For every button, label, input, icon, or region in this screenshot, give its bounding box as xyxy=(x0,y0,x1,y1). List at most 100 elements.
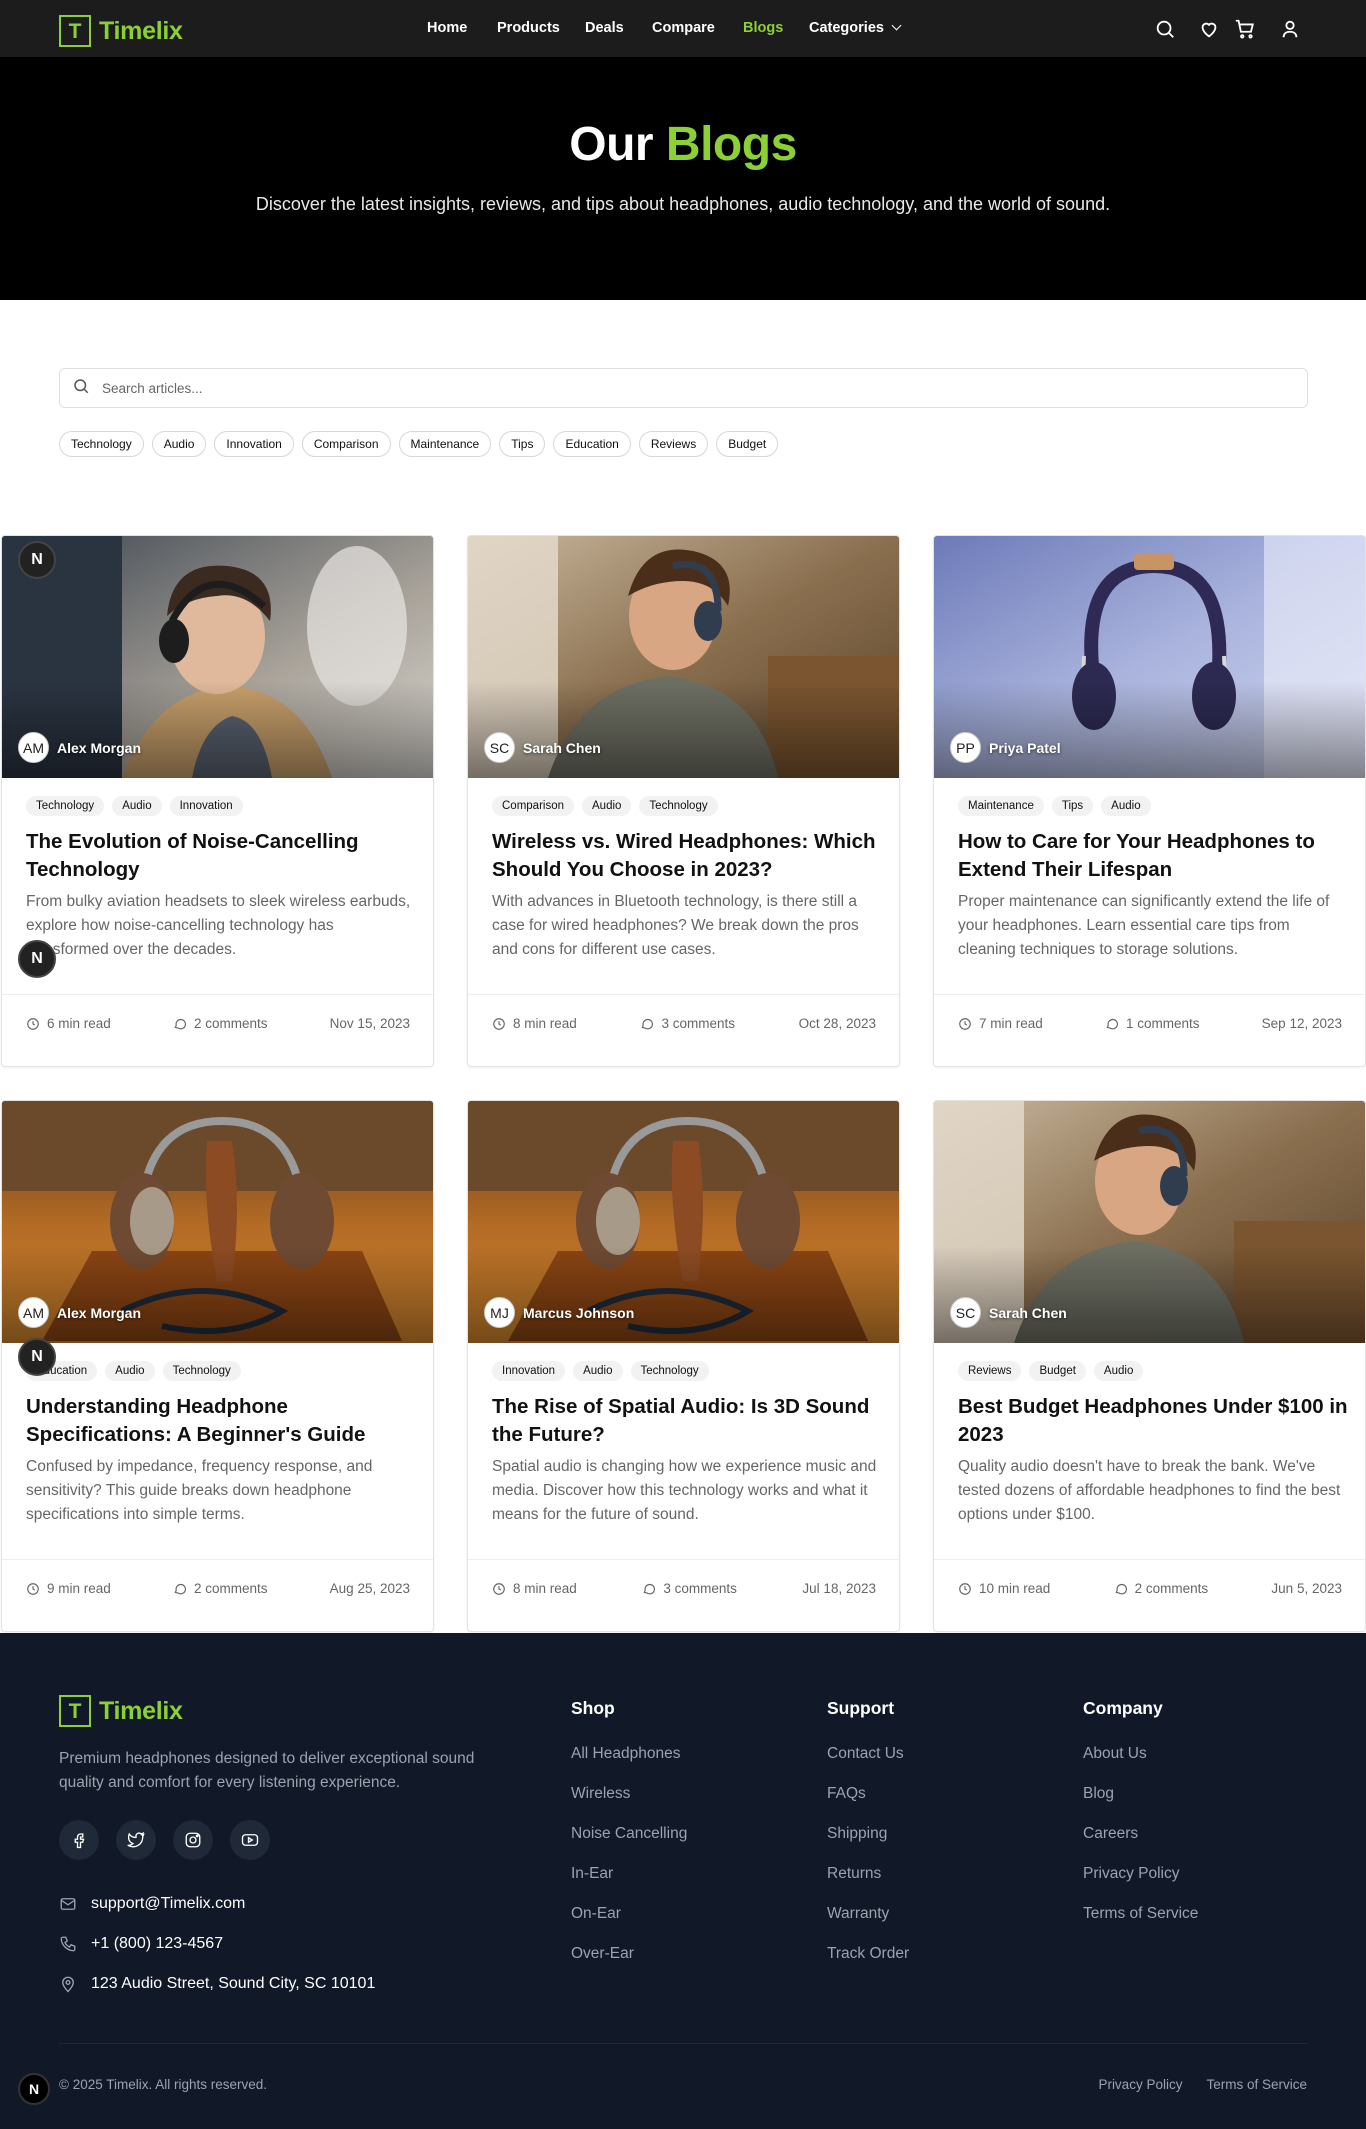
post-tag[interactable]: Audio xyxy=(105,1361,155,1381)
cart-icon[interactable] xyxy=(1234,18,1256,40)
filter-tag[interactable]: Audio xyxy=(151,431,207,457)
filter-tag[interactable]: Tips xyxy=(499,431,546,457)
footer-link[interactable]: On-Ear xyxy=(571,1905,687,1945)
footer-divider xyxy=(59,2043,1308,2044)
nextjs-badge[interactable]: N xyxy=(18,940,56,978)
contact-phone[interactable]: +1 (800) 123-4567 xyxy=(59,1935,223,1953)
instagram-icon[interactable] xyxy=(173,1820,213,1860)
read-time-text: 7 min read xyxy=(979,1016,1043,1031)
privacy-link[interactable]: Privacy Policy xyxy=(1098,2077,1182,2092)
post-tag[interactable]: Audio xyxy=(1101,796,1151,816)
footer-link[interactable]: Privacy Policy xyxy=(1083,1865,1198,1905)
address-text: 123 Audio Street, Sound City, SC 10101 xyxy=(91,1975,376,1992)
filter-tag[interactable]: Education xyxy=(553,431,631,457)
post-tag[interactable]: Technology xyxy=(26,796,105,816)
filter-tag[interactable]: Reviews xyxy=(638,431,709,457)
search-input[interactable] xyxy=(102,380,1252,396)
chevron-down-icon xyxy=(891,20,902,31)
post-tag[interactable]: Technology xyxy=(162,1361,241,1381)
search-bar[interactable] xyxy=(59,368,1308,408)
blog-card[interactable]: AM Alex Morgan Technology Audio Innovati… xyxy=(1,535,434,1067)
post-tag[interactable]: Reviews xyxy=(958,1361,1022,1381)
post-tag[interactable]: Technology xyxy=(630,1361,709,1381)
post-tag[interactable]: Audio xyxy=(112,796,162,816)
post-title[interactable]: The Evolution of Noise-Cancelling Techno… xyxy=(26,828,416,884)
filter-tag[interactable]: Budget xyxy=(716,431,779,457)
footer-link[interactable]: Terms of Service xyxy=(1083,1905,1198,1945)
search-icon[interactable] xyxy=(1154,18,1176,40)
avatar: PP xyxy=(950,732,981,763)
heart-icon[interactable] xyxy=(1198,18,1220,40)
footer-link[interactable]: Careers xyxy=(1083,1825,1198,1865)
post-title[interactable]: How to Care for Your Headphones to Exten… xyxy=(958,828,1348,884)
nav-home[interactable]: Home xyxy=(427,20,467,36)
blog-card[interactable]: PP Priya Patel Maintenance Tips Audio Ho… xyxy=(933,535,1366,1067)
nav-products[interactable]: Products xyxy=(497,20,560,36)
facebook-icon[interactable] xyxy=(59,1820,99,1860)
avatar: MJ xyxy=(484,1297,515,1328)
footer-link[interactable]: About Us xyxy=(1083,1745,1198,1785)
nav-blogs[interactable]: Blogs xyxy=(743,20,783,36)
brand-logo[interactable]: T Timelix xyxy=(59,15,183,47)
blog-card[interactable]: SC Sarah Chen Comparison Audio Technolog… xyxy=(467,535,900,1067)
blog-card[interactable]: MJ Marcus Johnson Innovation Audio Techn… xyxy=(467,1100,900,1632)
post-tag[interactable]: Audio xyxy=(582,796,632,816)
post-tag[interactable]: Tips xyxy=(1051,796,1094,816)
youtube-icon[interactable] xyxy=(230,1820,270,1860)
footer-link[interactable]: Over-Ear xyxy=(571,1945,687,1985)
nextjs-badge[interactable]: N xyxy=(18,2073,50,2105)
footer-link[interactable]: Noise Cancelling xyxy=(571,1825,687,1865)
post-tag[interactable]: Innovation xyxy=(492,1361,566,1381)
post-title[interactable]: Wireless vs. Wired Headphones: Which Sho… xyxy=(492,828,882,884)
post-title[interactable]: Best Budget Headphones Under $100 in 202… xyxy=(958,1393,1348,1449)
clock-icon xyxy=(27,1582,39,1595)
post-meta: 8 min read 3 comments Oct 28, 2023 xyxy=(468,994,899,1031)
nextjs-badge[interactable]: N xyxy=(18,541,56,579)
blog-card[interactable]: AM Alex Morgan Education Audio Technolog… xyxy=(1,1100,434,1632)
filter-tag[interactable]: Maintenance xyxy=(398,431,492,457)
post-title[interactable]: The Rise of Spatial Audio: Is 3D Sound t… xyxy=(492,1393,882,1449)
footer-link[interactable]: FAQs xyxy=(827,1785,909,1825)
twitter-icon[interactable] xyxy=(116,1820,156,1860)
footer-logo[interactable]: T Timelix xyxy=(59,1695,183,1727)
terms-link[interactable]: Terms of Service xyxy=(1206,2077,1307,2092)
comment-count-text: 1 comments xyxy=(1125,1016,1200,1031)
footer-link[interactable]: All Headphones xyxy=(571,1745,687,1785)
filter-tag[interactable]: Innovation xyxy=(214,431,294,457)
post-tag[interactable]: Technology xyxy=(639,796,718,816)
comment-count[interactable]: 2 comments xyxy=(173,1581,268,1596)
read-time: 9 min read xyxy=(26,1581,111,1596)
post-date: Nov 15, 2023 xyxy=(329,1016,410,1031)
post-title[interactable]: Understanding Headphone Specifications: … xyxy=(26,1393,416,1449)
post-tag[interactable]: Innovation xyxy=(169,796,243,816)
footer-link[interactable]: Contact Us xyxy=(827,1745,909,1785)
post-tag[interactable]: Budget xyxy=(1029,1361,1086,1381)
nav-categories[interactable]: Categories xyxy=(809,20,902,36)
user-icon[interactable] xyxy=(1279,18,1301,40)
filter-tag[interactable]: Technology xyxy=(59,431,144,457)
avatar: AM xyxy=(18,1297,49,1328)
footer-link[interactable]: Returns xyxy=(827,1865,909,1905)
nextjs-badge[interactable]: N xyxy=(18,1338,56,1376)
footer-link[interactable]: In-Ear xyxy=(571,1865,687,1905)
blog-card[interactable]: SC Sarah Chen Reviews Budget Audio Best … xyxy=(933,1100,1366,1632)
comment-count[interactable]: 3 comments xyxy=(640,1016,735,1031)
contact-email[interactable]: support@Timelix.com xyxy=(59,1895,245,1913)
filter-tag[interactable]: Comparison xyxy=(301,431,391,457)
post-tag[interactable]: Audio xyxy=(1093,1361,1144,1381)
post-tag[interactable]: Audio xyxy=(573,1361,623,1381)
comment-count[interactable]: 1 comments xyxy=(1105,1016,1200,1031)
comment-count[interactable]: 2 comments xyxy=(173,1016,268,1031)
footer-link[interactable]: Shipping xyxy=(827,1825,909,1865)
nav-compare[interactable]: Compare xyxy=(652,20,715,36)
post-author: MJ Marcus Johnson xyxy=(484,1297,634,1328)
nav-deals[interactable]: Deals xyxy=(585,20,624,36)
footer-link[interactable]: Wireless xyxy=(571,1785,687,1825)
post-tag[interactable]: Maintenance xyxy=(958,796,1044,816)
footer-link[interactable]: Track Order xyxy=(827,1945,909,1985)
footer-link[interactable]: Blog xyxy=(1083,1785,1198,1825)
comment-count[interactable]: 3 comments xyxy=(642,1581,737,1596)
post-tag[interactable]: Comparison xyxy=(492,796,574,816)
comment-count[interactable]: 2 comments xyxy=(1114,1581,1208,1596)
footer-link[interactable]: Warranty xyxy=(827,1905,909,1945)
